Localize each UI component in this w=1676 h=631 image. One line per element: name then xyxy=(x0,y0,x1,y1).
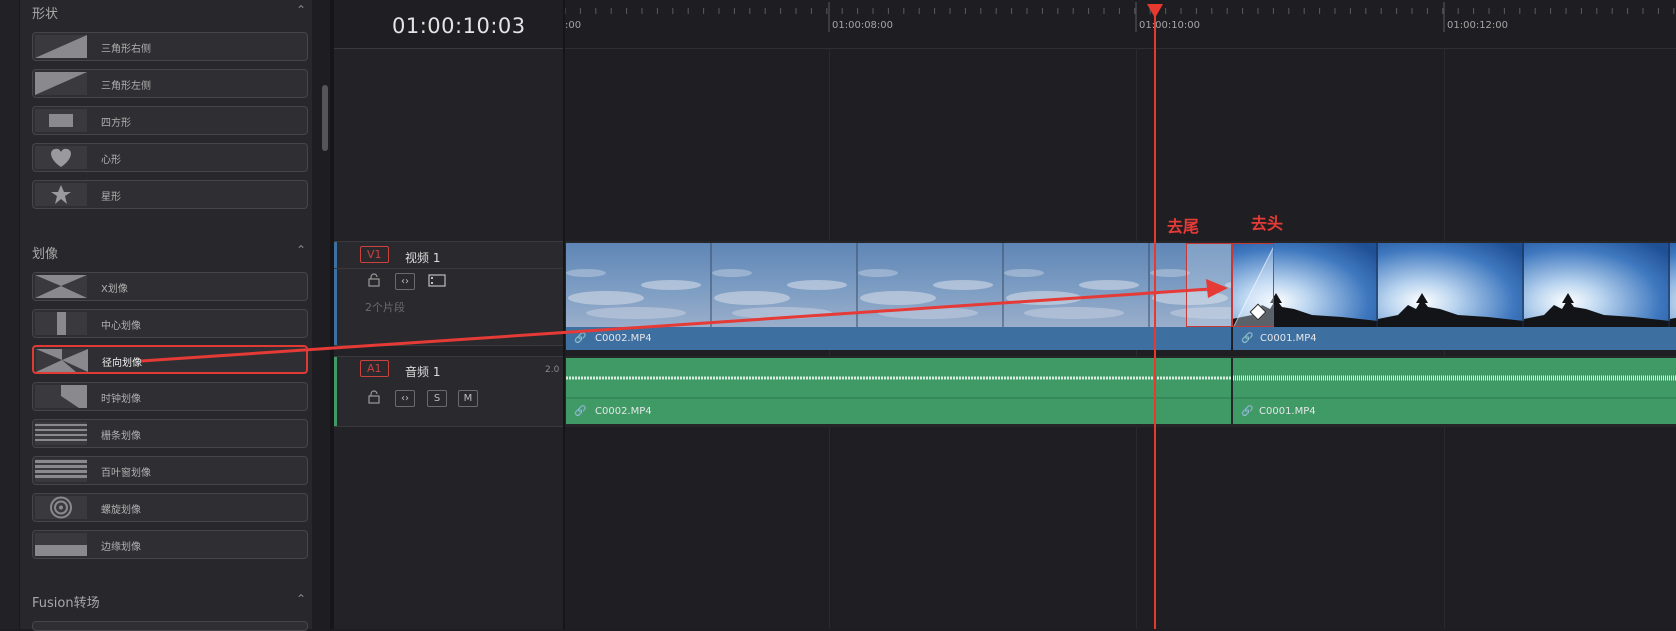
annotation-arrow xyxy=(140,279,1228,363)
